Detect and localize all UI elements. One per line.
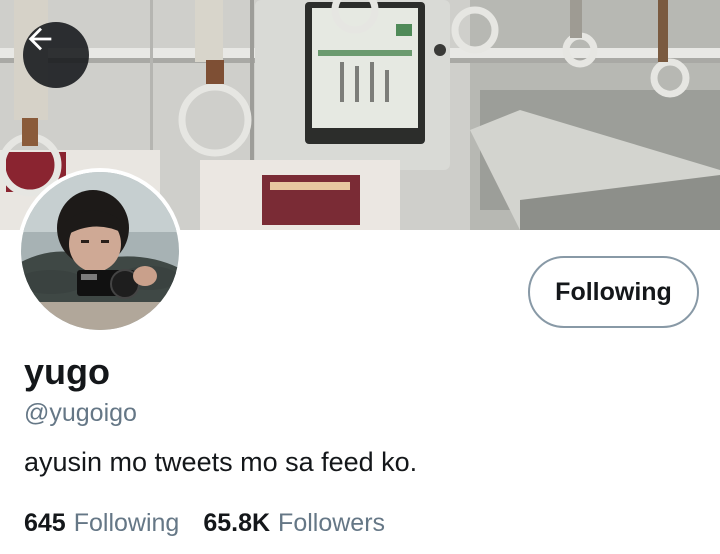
- followers-label: Followers: [278, 509, 386, 537]
- following-count: 645: [24, 509, 66, 537]
- user-handle: @yugoigo: [24, 399, 137, 427]
- profile-page: Following yugo @yugoigo ayusin mo tweets…: [0, 0, 720, 554]
- avatar-image: [21, 172, 179, 330]
- avatar[interactable]: [17, 168, 183, 334]
- back-button[interactable]: [23, 22, 89, 88]
- profile-stats: 645 Following 65.8K Followers: [24, 507, 385, 539]
- profile-bio: ayusin mo tweets mo sa feed ko.: [24, 447, 418, 477]
- following-stat[interactable]: 645 Following: [24, 507, 179, 539]
- following-button[interactable]: Following: [528, 256, 699, 328]
- following-button-label: Following: [555, 277, 672, 306]
- display-name: yugo: [24, 351, 110, 392]
- following-label: Following: [73, 509, 180, 537]
- arrow-left-icon: [28, 27, 52, 51]
- followers-stat[interactable]: 65.8K Followers: [203, 507, 385, 539]
- followers-count: 65.8K: [203, 509, 271, 537]
